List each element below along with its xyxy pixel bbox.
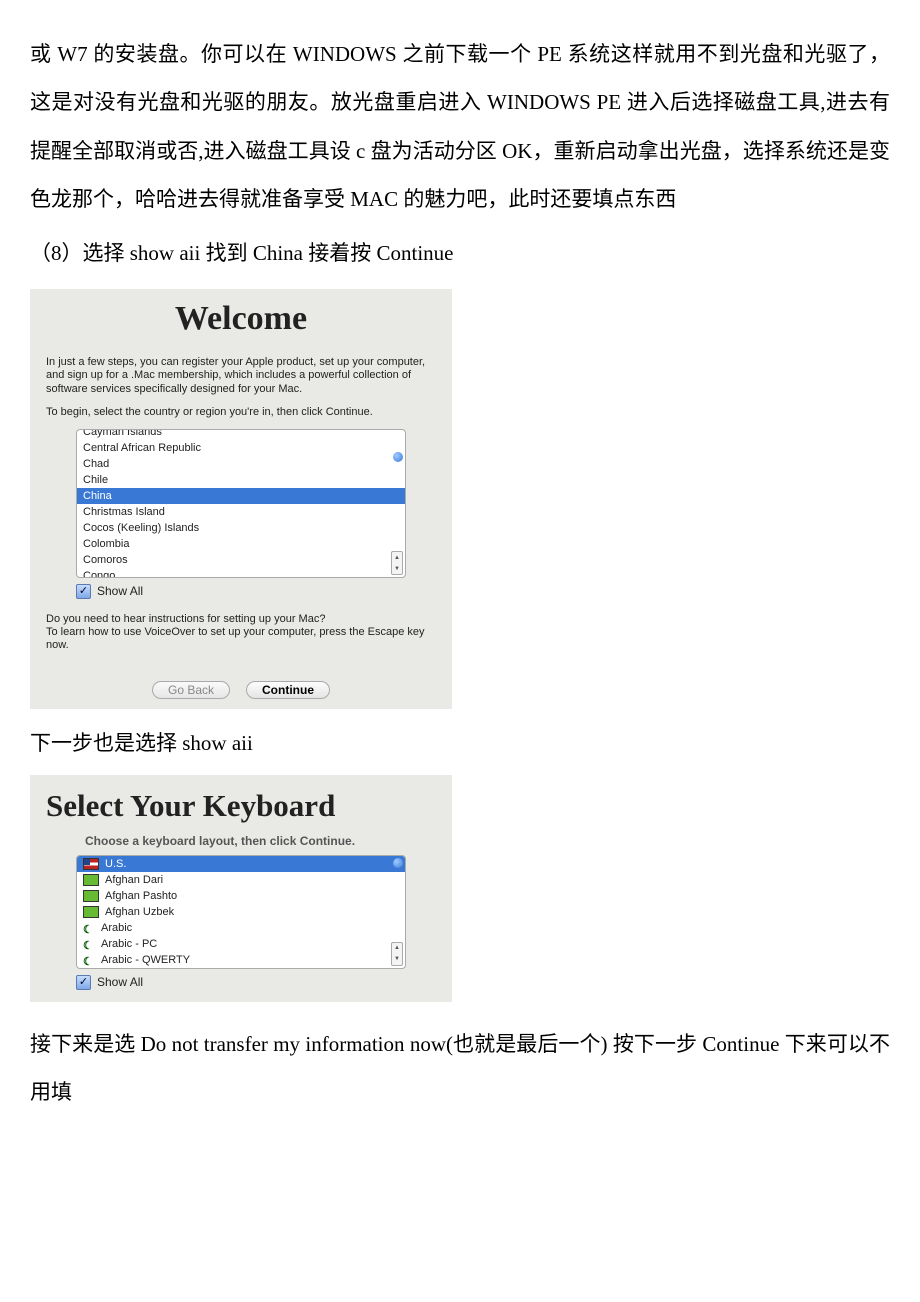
welcome-begin-text: To begin, select the country or region y… <box>46 406 436 419</box>
document-paragraph-bottom: 接下来是选 Do not transfer my information now… <box>30 1020 890 1117</box>
go-back-button: Go Back <box>152 681 230 699</box>
list-item[interactable]: Cocos (Keeling) Islands <box>77 520 405 536</box>
list-item[interactable]: Chad <box>77 456 405 472</box>
welcome-screenshot: Welcome In just a few steps, you can reg… <box>30 289 452 709</box>
list-item[interactable]: Colombia <box>77 536 405 552</box>
welcome-title: Welcome <box>30 289 452 352</box>
crescent-icon: ☾ <box>83 922 95 934</box>
list-item[interactable]: ☾Arabic <box>77 920 405 936</box>
voiceover-line-2: To learn how to use VoiceOver to set up … <box>46 626 436 652</box>
checkbox-checked-icon[interactable]: ✓ <box>76 584 91 599</box>
scrollbar-arrows[interactable]: ▲▼ <box>391 942 403 966</box>
show-all-checkbox-row[interactable]: ✓ Show All <box>76 584 406 599</box>
flag-icon <box>83 874 99 886</box>
list-item[interactable]: Central African Republic <box>77 440 405 456</box>
arrow-down-icon: ▼ <box>394 956 400 962</box>
document-step-8: （8）选择 show aii 找到 China 接着按 Continue <box>30 229 890 277</box>
list-item[interactable]: Afghan Pashto <box>77 888 405 904</box>
crescent-icon: ☾ <box>83 954 95 966</box>
show-all-label: Show All <box>97 584 143 598</box>
arrow-down-icon: ▼ <box>394 566 400 572</box>
continue-button[interactable]: Continue <box>246 681 330 699</box>
list-item[interactable]: Christmas Island <box>77 504 405 520</box>
voiceover-line-1: Do you need to hear instructions for set… <box>46 613 436 626</box>
list-item[interactable]: Cayman Islands <box>77 429 405 440</box>
keyboard-listbox[interactable]: U.S. Afghan Dari Afghan Pashto Afghan Uz… <box>76 855 406 969</box>
flag-us-icon <box>83 858 99 870</box>
document-paragraph-1: 或 W7 的安装盘。你可以在 WINDOWS 之前下载一个 PE 系统这样就用不… <box>30 30 890 223</box>
list-item[interactable]: Afghan Uzbek <box>77 904 405 920</box>
list-item[interactable]: Chile <box>77 472 405 488</box>
list-item[interactable]: Afghan Dari <box>77 872 405 888</box>
list-item[interactable]: ☾Arabic - QWERTY <box>77 952 405 968</box>
show-all-label: Show All <box>97 975 143 989</box>
list-item[interactable]: ☾Arabic - PC <box>77 936 405 952</box>
flag-icon <box>83 890 99 902</box>
arrow-up-icon: ▲ <box>394 555 400 561</box>
keyboard-subtext: Choose a keyboard layout, then click Con… <box>30 834 452 854</box>
keyboard-title: Select Your Keyboard <box>30 775 452 834</box>
crescent-icon: ☾ <box>83 938 95 950</box>
list-item-selected[interactable]: U.S. <box>77 856 405 872</box>
flag-icon <box>83 906 99 918</box>
scrollbar-thumb-icon[interactable] <box>393 452 403 462</box>
scrollbar-thumb-icon[interactable] <box>393 858 403 868</box>
list-item[interactable]: Comoros <box>77 552 405 568</box>
document-mid-line: 下一步也是选择 show aii <box>30 719 890 767</box>
welcome-intro-text: In just a few steps, you can register yo… <box>46 356 436 396</box>
list-item-selected[interactable]: China <box>77 488 405 504</box>
list-item[interactable]: Congo <box>77 568 405 577</box>
scrollbar-arrows[interactable]: ▲▼ <box>391 551 403 575</box>
arrow-up-icon: ▲ <box>394 945 400 951</box>
show-all-checkbox-row[interactable]: ✓ Show All <box>76 975 406 990</box>
keyboard-screenshot: Select Your Keyboard Choose a keyboard l… <box>30 775 452 1002</box>
checkbox-checked-icon[interactable]: ✓ <box>76 975 91 990</box>
country-listbox[interactable]: Cayman Islands Central African Republic … <box>76 429 406 578</box>
